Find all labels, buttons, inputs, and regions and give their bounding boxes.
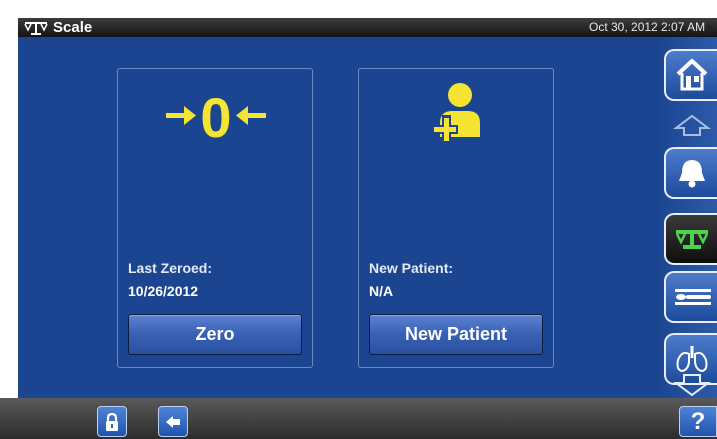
back-button[interactable] — [158, 406, 188, 437]
new-patient-value: N/A — [369, 283, 394, 299]
main-panel: 0 Last Zeroed: 10/26/2012 Zero New Patie… — [18, 37, 658, 398]
title-group: Scale — [24, 18, 92, 37]
home-button[interactable] — [664, 49, 717, 101]
lock-button[interactable] — [97, 406, 127, 437]
home-icon — [676, 59, 707, 91]
bell-icon — [678, 160, 705, 188]
datetime: Oct 30, 2012 2:07 AM — [589, 20, 706, 34]
scale-icon — [675, 230, 708, 249]
zero-glyph: 0 — [200, 87, 231, 147]
zero-scale-icon: 0 — [166, 87, 266, 147]
app-title: Scale — [53, 19, 93, 36]
new-patient-label: New Patient: — [369, 260, 454, 276]
side-nav — [658, 37, 717, 398]
bed-button[interactable] — [664, 271, 717, 323]
zero-button[interactable]: Zero — [128, 314, 302, 355]
lock-icon — [106, 412, 118, 431]
lungs-icon — [676, 346, 707, 373]
scale-button[interactable] — [664, 213, 717, 265]
scroll-up-icon[interactable] — [672, 113, 712, 137]
title-bar: Scale Oct 30, 2012 2:07 AM — [18, 18, 717, 37]
back-arrow-icon — [166, 415, 180, 428]
scale-icon — [24, 21, 48, 35]
new-patient-card: New Patient: N/A New Patient — [358, 68, 554, 368]
add-patient-icon — [432, 83, 480, 143]
bed-icon — [674, 289, 711, 305]
new-patient-button[interactable]: New Patient — [369, 314, 543, 355]
last-zeroed-label: Last Zeroed: — [128, 260, 213, 276]
zero-card: 0 Last Zeroed: 10/26/2012 Zero — [117, 68, 313, 368]
scroll-down-icon[interactable] — [672, 373, 712, 397]
alarm-button[interactable] — [664, 147, 717, 199]
last-zeroed-value: 10/26/2012 — [128, 283, 199, 299]
help-button[interactable]: ? — [679, 406, 717, 437]
bottom-bar: ? — [0, 398, 717, 439]
